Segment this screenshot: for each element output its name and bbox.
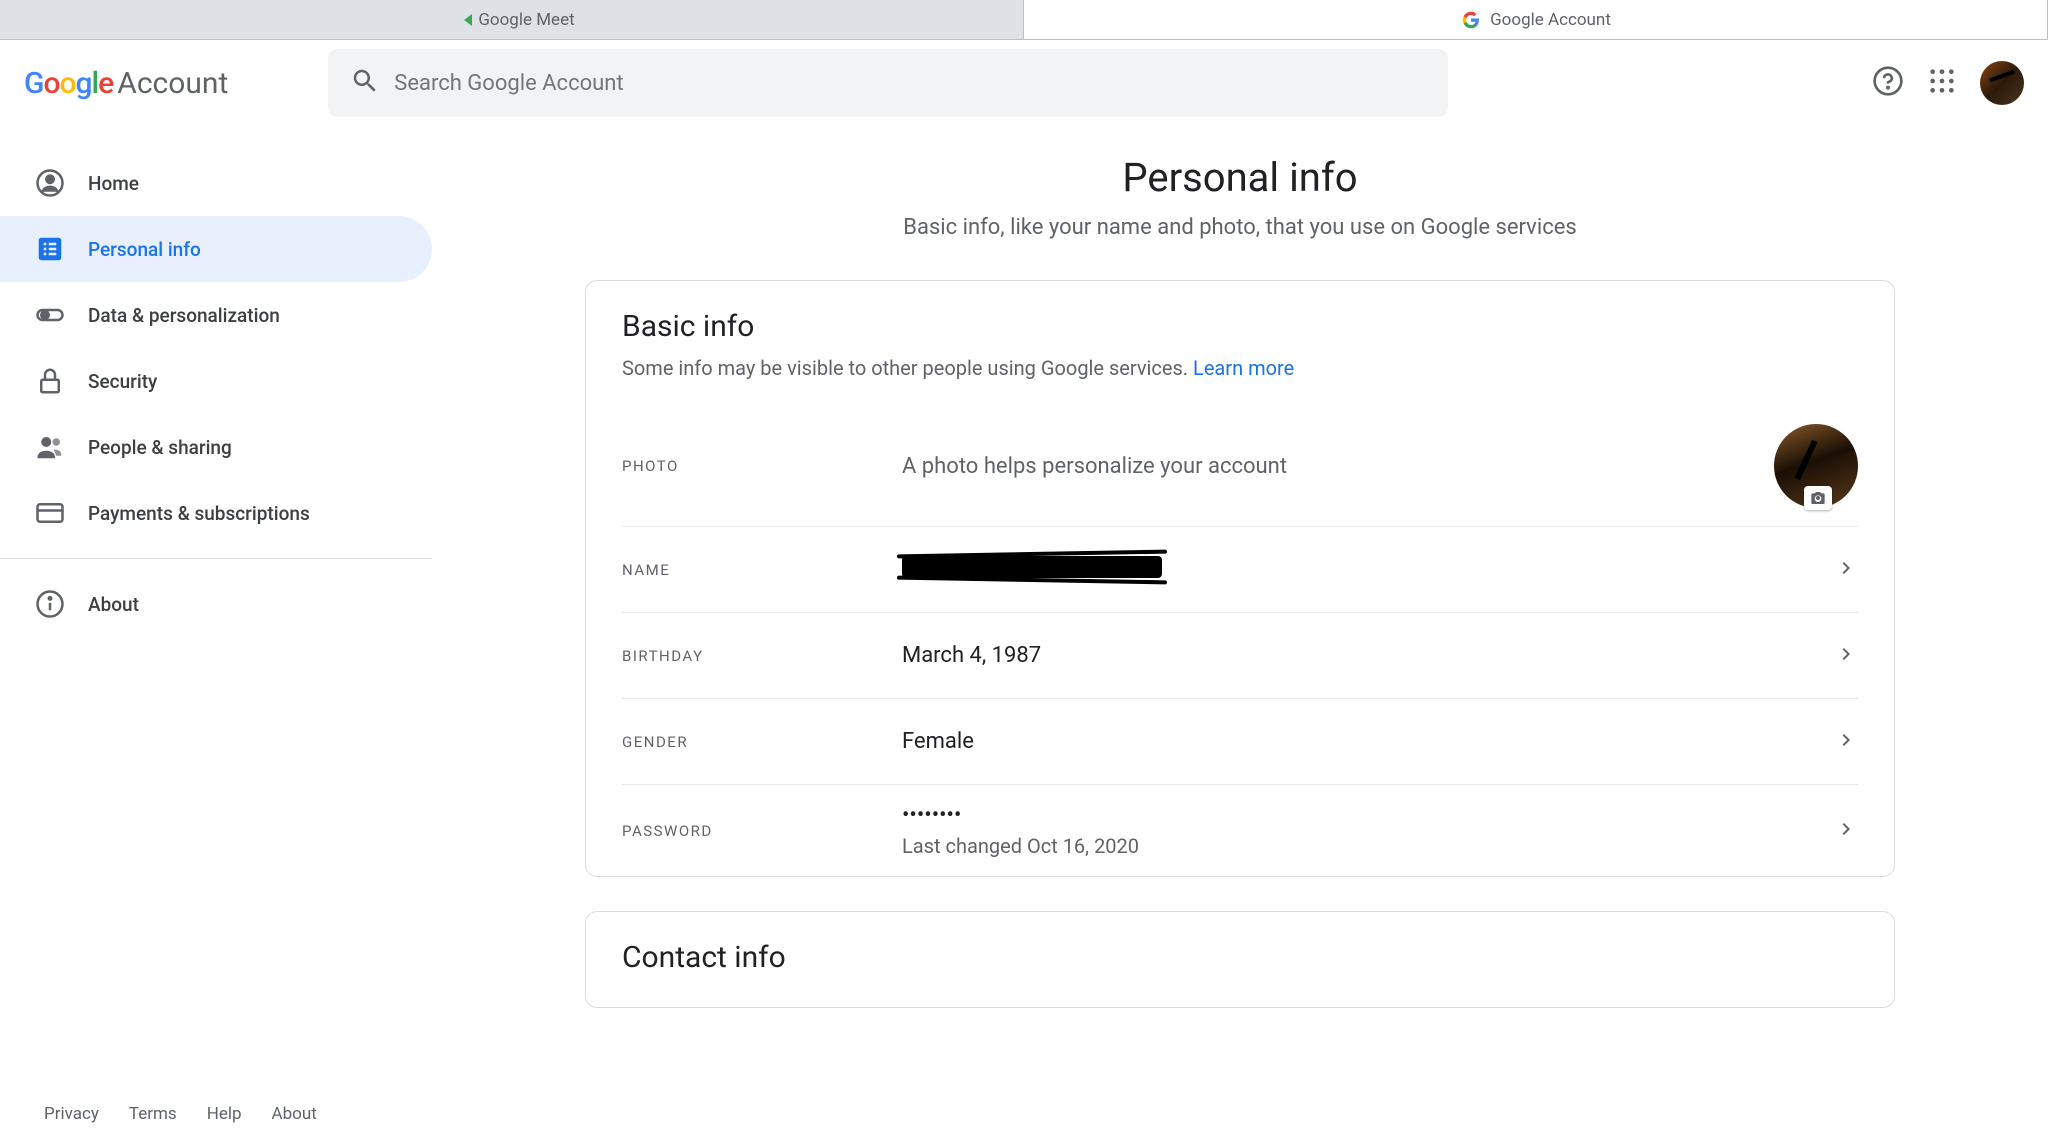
google-wordmark: Google [24, 66, 113, 101]
sidebar-divider [0, 558, 432, 559]
sidebar-item-personal-info[interactable]: Personal info [0, 216, 432, 282]
contact-info-card: Contact info [585, 911, 1895, 1008]
basic-info-card: Basic info Some info may be visible to o… [585, 280, 1895, 877]
sidebar-item-data-personalization[interactable]: Data & personalization [0, 282, 432, 348]
sidebar-item-label: Payments & subscriptions [88, 502, 310, 525]
chevron-right-icon [1834, 556, 1858, 584]
sidebar-item-about[interactable]: About [0, 571, 432, 637]
sidebar-item-home[interactable]: Home [0, 150, 432, 216]
people-icon [34, 432, 66, 462]
row-photo[interactable]: PHOTO A photo helps personalize your acc… [622, 406, 1858, 526]
sidebar-item-label: Personal info [88, 238, 201, 261]
profile-photo-thumbnail[interactable] [1774, 424, 1858, 508]
sidebar-item-label: Data & personalization [88, 304, 280, 327]
footer-link-terms[interactable]: Terms [129, 1104, 177, 1124]
sidebar-nav: Home Personal info Data & personalizatio… [0, 126, 432, 1042]
row-name[interactable]: NAME [622, 526, 1858, 612]
row-label: BIRTHDAY [622, 647, 902, 665]
footer: Privacy Terms Help About [0, 1086, 361, 1142]
card-desc-text: Some info may be visible to other people… [622, 356, 1193, 380]
toggle-icon [34, 300, 66, 330]
row-value: March 4, 1987 [902, 643, 1822, 668]
page-title: Personal info [1122, 154, 1357, 201]
row-gender[interactable]: GENDER Female [622, 698, 1858, 784]
row-label: PHOTO [622, 457, 902, 475]
search-bar[interactable] [328, 49, 1448, 117]
google-g-icon [1460, 9, 1482, 31]
app-header: Google Account [0, 40, 2048, 126]
browser-tab-meet[interactable]: Google Meet [0, 0, 1024, 39]
id-card-icon [34, 234, 66, 264]
row-value: Female [902, 729, 1822, 754]
chevron-right-icon [1834, 642, 1858, 670]
search-input[interactable] [394, 71, 1434, 96]
camera-icon [1804, 486, 1832, 510]
page-subtitle: Basic info, like your name and photo, th… [903, 215, 1576, 240]
person-circle-icon [34, 168, 66, 198]
browser-tab-account[interactable]: Google Account [1024, 0, 2048, 39]
sidebar-item-label: Security [88, 370, 157, 393]
row-label: NAME [622, 561, 902, 579]
card-title: Contact info [622, 940, 1858, 975]
learn-more-link[interactable]: Learn more [1193, 356, 1294, 380]
meet-icon [448, 9, 470, 31]
row-value [902, 556, 1822, 584]
card-description: Some info may be visible to other people… [622, 356, 1858, 380]
password-masked: •••••••• [902, 803, 1822, 828]
row-value: •••••••• Last changed Oct 16, 2020 [902, 803, 1822, 858]
info-icon [34, 589, 66, 619]
card-title: Basic info [622, 309, 1858, 344]
footer-link-about[interactable]: About [272, 1104, 317, 1124]
tab-label: Google Meet [478, 10, 574, 30]
profile-avatar[interactable] [1980, 61, 2024, 105]
browser-tabs: Google Meet Google Account [0, 0, 2048, 40]
help-icon[interactable] [1872, 65, 1904, 101]
footer-link-help[interactable]: Help [207, 1104, 242, 1124]
footer-link-privacy[interactable]: Privacy [44, 1104, 99, 1124]
password-last-changed: Last changed Oct 16, 2020 [902, 834, 1822, 858]
row-birthday[interactable]: BIRTHDAY March 4, 1987 [622, 612, 1858, 698]
row-password[interactable]: PASSWORD •••••••• Last changed Oct 16, 2… [622, 784, 1858, 876]
search-icon[interactable] [350, 66, 380, 100]
row-value: A photo helps personalize your account [902, 454, 1774, 479]
tab-label: Google Account [1490, 10, 1611, 30]
header-actions [1872, 61, 2024, 105]
lock-icon [34, 366, 66, 396]
chevron-right-icon [1834, 728, 1858, 756]
sidebar-item-label: About [88, 593, 139, 616]
sidebar-item-label: People & sharing [88, 436, 232, 459]
redacted-name [902, 556, 1162, 578]
logo-account-text: Account [117, 66, 228, 101]
apps-grid-icon[interactable] [1928, 67, 1956, 99]
google-account-logo[interactable]: Google Account [24, 66, 228, 101]
sidebar-item-security[interactable]: Security [0, 348, 432, 414]
row-label: GENDER [622, 733, 902, 751]
chevron-right-icon [1834, 817, 1858, 845]
sidebar-item-payments[interactable]: Payments & subscriptions [0, 480, 432, 546]
sidebar-item-people-sharing[interactable]: People & sharing [0, 414, 432, 480]
sidebar-item-label: Home [88, 172, 139, 195]
main-content: Personal info Basic info, like your name… [432, 126, 2048, 1042]
row-label: PASSWORD [622, 822, 902, 840]
credit-card-icon [34, 498, 66, 528]
